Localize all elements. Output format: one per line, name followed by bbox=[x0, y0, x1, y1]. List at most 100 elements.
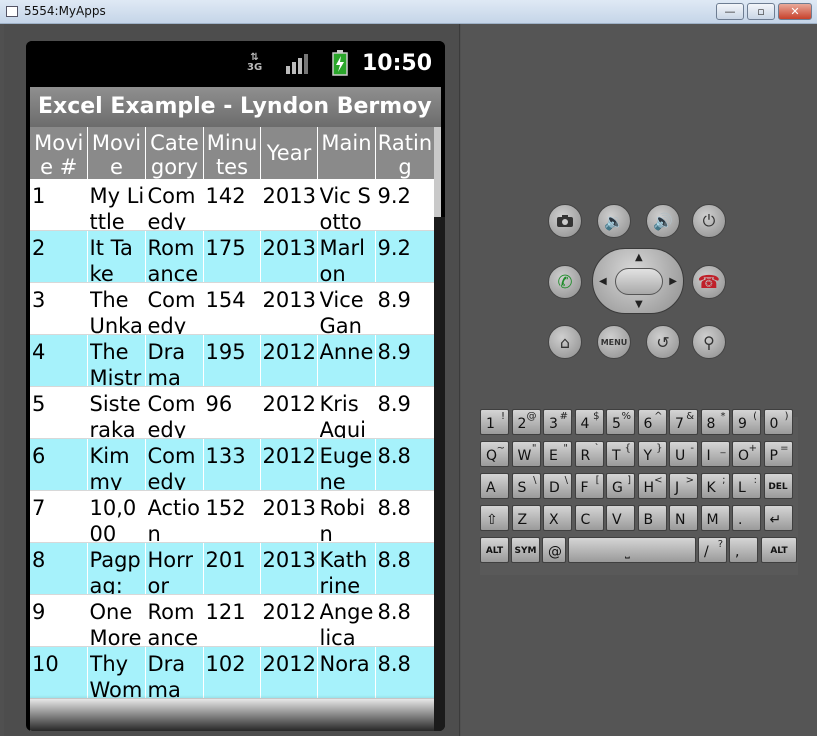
table-row[interactable]: 7 10,0 00 Action 152 2013 Robi n 8.8 bbox=[30, 490, 434, 543]
table-cell: The Mistr bbox=[87, 334, 146, 387]
key[interactable]: T{ bbox=[606, 441, 635, 467]
cell-text: 4 bbox=[32, 340, 46, 364]
key-alt-label: ^ bbox=[654, 411, 663, 422]
key-label: . bbox=[738, 512, 743, 528]
table-row[interactable]: 1 My Little Comedy 142 2013 Vic Sotto 9.2 bbox=[30, 179, 434, 231]
table-cell: 152 bbox=[203, 490, 261, 543]
space-key[interactable]: ⎵ bbox=[568, 537, 696, 563]
key[interactable]: /? bbox=[698, 537, 727, 563]
table-row[interactable]: 8 Pagp ag: Horror 201 2013 Kath rine 8.8 bbox=[30, 542, 434, 595]
key[interactable]: E " bbox=[543, 441, 572, 467]
table-row[interactable]: 9 One More Romance 121 2012 Ange lica 8.8 bbox=[30, 594, 434, 647]
key[interactable]: L: bbox=[732, 473, 761, 499]
key[interactable]: ⇧ bbox=[480, 505, 509, 531]
key[interactable]: F[ bbox=[574, 473, 604, 499]
key[interactable]: M bbox=[700, 505, 730, 531]
table-cell: 201 bbox=[203, 542, 261, 595]
key-label: O bbox=[738, 448, 750, 464]
scrollbar-thumb[interactable] bbox=[434, 127, 441, 217]
end-call-button[interactable]: ☎ bbox=[692, 265, 726, 299]
call-icon: ✆ bbox=[557, 271, 573, 293]
key[interactable]: 7 & bbox=[669, 409, 698, 435]
key[interactable]: 3 # bbox=[543, 409, 572, 435]
table-row[interactable]: 4 The Mistr Drama 195 2012 Anne 8.9 bbox=[30, 334, 434, 387]
table-cell: 133 bbox=[203, 438, 261, 491]
back-button[interactable]: ↺ bbox=[646, 325, 680, 359]
key[interactable]: K; bbox=[700, 473, 730, 499]
key-label: ⇧ bbox=[486, 512, 498, 528]
key[interactable]: ALT bbox=[761, 537, 797, 563]
key[interactable]: Y} bbox=[637, 441, 667, 467]
key[interactable]: Z bbox=[511, 505, 541, 531]
key[interactable]: 0) bbox=[763, 409, 793, 435]
key-alt-label: * bbox=[720, 411, 726, 422]
cell-text: Nora bbox=[319, 652, 370, 676]
cell-text: 9 bbox=[32, 600, 46, 624]
movie-table-view[interactable]: Movi e # Movi e Cate gory Minu tes Year … bbox=[30, 127, 434, 731]
key[interactable]: SYM bbox=[511, 537, 540, 563]
power-button[interactable]: ⏻ bbox=[692, 204, 726, 238]
table-cell: Vice Gand bbox=[317, 282, 376, 335]
key[interactable]: 2 @ bbox=[511, 409, 541, 435]
table-cell: 2013 bbox=[260, 282, 318, 335]
key[interactable]: 9( bbox=[732, 409, 761, 435]
key[interactable]: A bbox=[480, 473, 509, 499]
key[interactable]: 4 $ bbox=[574, 409, 604, 435]
key[interactable]: D \ bbox=[543, 473, 572, 499]
key[interactable]: ↵ bbox=[763, 505, 793, 531]
close-button[interactable]: ✕ bbox=[778, 3, 812, 20]
key[interactable]: B bbox=[637, 505, 667, 531]
key[interactable]: N bbox=[669, 505, 698, 531]
key[interactable]: Q ~ bbox=[480, 441, 509, 467]
home-button[interactable]: ⌂ bbox=[548, 325, 582, 359]
table-cell: 7 bbox=[30, 490, 88, 543]
key[interactable]: H < bbox=[637, 473, 667, 499]
table-row[interactable]: 10 Thy WombDrama 102 2012Nora 8.8 bbox=[30, 646, 434, 699]
table-cell: 8.8 bbox=[375, 438, 434, 491]
key[interactable]: X bbox=[543, 505, 572, 531]
dpad-center-button[interactable] bbox=[615, 268, 663, 295]
key[interactable]: J > bbox=[669, 473, 698, 499]
camera-button[interactable] bbox=[548, 204, 582, 238]
volume-down-button[interactable]: 🔉 bbox=[597, 204, 631, 238]
key-label: Z bbox=[517, 512, 528, 528]
menu-button[interactable]: MENU bbox=[597, 325, 631, 359]
call-button[interactable]: ✆ bbox=[548, 265, 582, 299]
key[interactable]: 8 * bbox=[700, 409, 730, 435]
key-label: W bbox=[517, 448, 532, 464]
key[interactable]: U- bbox=[669, 441, 698, 467]
table-row[interactable]: 5 Siste raka Comedy 96 2012 Kris Aqui 8.9 bbox=[30, 386, 434, 439]
dpad[interactable]: ▲ ▼ ◀ ▶ bbox=[592, 248, 684, 314]
key[interactable]: 6 ^ bbox=[637, 409, 667, 435]
key[interactable]: R ` bbox=[574, 441, 604, 467]
cell-text: My Little bbox=[89, 184, 145, 230]
key-label: DEL bbox=[768, 482, 788, 492]
key[interactable]: S \ bbox=[511, 473, 541, 499]
key[interactable]: @ bbox=[542, 537, 566, 563]
key[interactable]: . bbox=[732, 505, 761, 531]
key[interactable]: 1! bbox=[480, 409, 509, 435]
key[interactable]: 5% bbox=[606, 409, 635, 435]
table-row[interactable]: 6 Kim my Comedy 133 2012 Euge ne 8.8 bbox=[30, 438, 434, 491]
search-button[interactable]: ⚲ bbox=[692, 325, 726, 359]
key[interactable]: I _ bbox=[700, 441, 730, 467]
app-title-bar: Excel Example - Lyndon Bermoy bbox=[30, 87, 441, 127]
maximize-button[interactable]: ▫ bbox=[747, 3, 775, 20]
network-3g-icon: ⇅ 3G bbox=[247, 52, 263, 73]
key[interactable]: W " bbox=[511, 441, 541, 467]
table-row[interactable]: 2 It Take Romance 175 2013 Marl on 9.2 bbox=[30, 230, 434, 283]
volume-up-button[interactable]: 🔊 bbox=[646, 204, 680, 238]
minimize-button[interactable]: — bbox=[716, 3, 744, 20]
key[interactable]: , bbox=[729, 537, 758, 563]
key[interactable]: DEL bbox=[763, 473, 793, 499]
key[interactable]: P = bbox=[763, 441, 793, 467]
key[interactable]: V bbox=[606, 505, 635, 531]
table-cell: Horror bbox=[145, 542, 204, 595]
key[interactable]: G] bbox=[606, 473, 635, 499]
table-cell: Kath rine bbox=[317, 542, 376, 595]
key[interactable]: ALT bbox=[480, 537, 509, 563]
key[interactable]: O + bbox=[732, 441, 761, 467]
table-row[interactable]: 3 The UnkaComedy 154 2013Vice Gand 8.9 bbox=[30, 282, 434, 335]
table-cell: Drama bbox=[145, 646, 204, 699]
key[interactable]: C bbox=[574, 505, 604, 531]
